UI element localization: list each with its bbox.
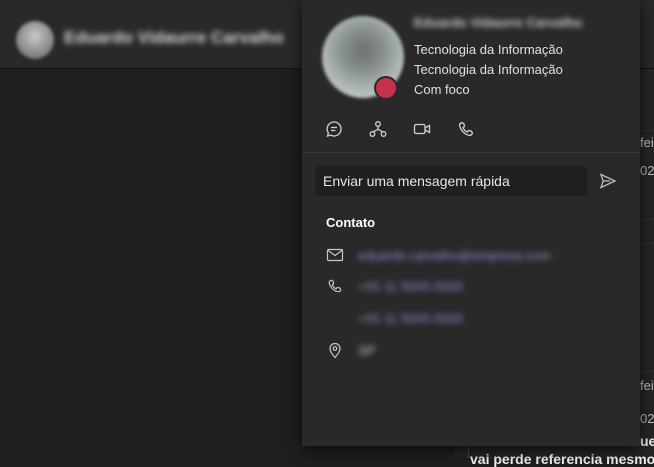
person-name: Eduardo Vidaurre Carvalho xyxy=(414,15,583,30)
org-chart-icon[interactable] xyxy=(368,119,388,139)
message-time: 02 xyxy=(640,411,654,426)
message-day: feir xyxy=(640,135,654,150)
message-day: feir xyxy=(640,378,654,393)
job-title-label: Tecnologia da Informação xyxy=(414,62,563,77)
status-label: Com foco xyxy=(414,82,470,97)
mobile-link[interactable]: +55 11 5555-5555 xyxy=(358,311,463,326)
mail-icon xyxy=(326,246,344,264)
phone-icon xyxy=(326,277,344,295)
email-link[interactable]: eduardo.carvalho@empresa.com xyxy=(358,248,550,263)
message-time: 02 xyxy=(640,163,654,178)
contact-section-title: Contato xyxy=(326,215,376,230)
phone-link[interactable]: +55 11 5555-5555 xyxy=(358,279,463,294)
message-snippet: ue xyxy=(640,433,654,449)
department-label: Tecnologia da Informação xyxy=(414,42,563,57)
chat-name[interactable]: Eduardo Vidaurre Carvalho xyxy=(64,28,284,48)
chat-icon[interactable] xyxy=(324,119,344,139)
divider xyxy=(302,152,640,153)
presence-indicator xyxy=(374,76,398,100)
message-bar xyxy=(468,445,469,458)
message-snippet: vai perde referencia mesmo xyxy=(470,451,654,467)
profile-card: Eduardo Vidaurre Carvalho Tecnologia da … xyxy=(302,0,640,446)
location-icon xyxy=(326,341,344,359)
location-value: SP xyxy=(358,343,376,358)
video-call-icon[interactable] xyxy=(412,119,432,139)
phone-icon[interactable] xyxy=(456,119,476,139)
send-icon[interactable] xyxy=(598,171,618,191)
avatar[interactable] xyxy=(16,21,54,59)
quick-message-input[interactable] xyxy=(315,166,587,196)
